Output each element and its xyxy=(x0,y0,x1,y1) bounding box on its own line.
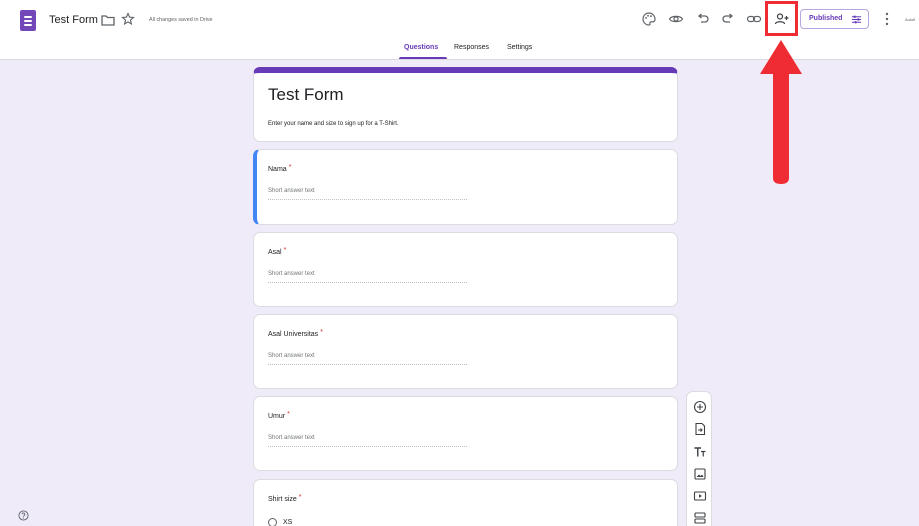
publish-settings-icon xyxy=(851,15,862,24)
palette-icon[interactable] xyxy=(641,11,657,27)
question-card-nama[interactable]: Nama * Short answer text xyxy=(253,149,678,225)
form-title[interactable]: Test Form xyxy=(268,85,344,105)
add-question-icon[interactable] xyxy=(693,400,707,414)
short-answer-field: Short answer text xyxy=(268,188,467,200)
import-questions-icon[interactable] xyxy=(693,422,707,436)
more-options-icon[interactable] xyxy=(885,12,889,26)
required-asterisk: * xyxy=(288,164,292,171)
required-asterisk: * xyxy=(320,329,323,336)
tab-settings[interactable]: Settings xyxy=(507,44,532,51)
radio-button[interactable] xyxy=(268,518,277,526)
question-label[interactable]: Asal * xyxy=(268,247,287,256)
save-status: All changes saved in Drive xyxy=(149,17,213,23)
add-title-icon[interactable] xyxy=(693,445,707,459)
link-icon[interactable] xyxy=(746,11,762,27)
required-asterisk: * xyxy=(298,494,302,501)
published-button[interactable]: Published xyxy=(800,9,869,29)
tab-questions[interactable]: Questions xyxy=(404,44,438,51)
preview-eye-icon[interactable] xyxy=(668,11,684,27)
active-tab-indicator xyxy=(399,57,447,59)
short-answer-field: Short answer text xyxy=(268,271,467,283)
radio-option-label: XS xyxy=(283,519,293,526)
published-label: Published xyxy=(809,15,843,22)
short-answer-field: Short answer text xyxy=(268,435,467,447)
folder-icon[interactable] xyxy=(101,14,115,26)
tab-responses[interactable]: Responses xyxy=(454,44,489,51)
account-avatar[interactable]: Autofi xyxy=(905,17,915,22)
undo-icon[interactable] xyxy=(695,11,711,27)
question-card-umur[interactable]: Umur * Short answer text xyxy=(253,396,678,471)
required-asterisk: * xyxy=(283,247,287,254)
short-answer-field: Short answer text xyxy=(268,353,467,365)
required-asterisk: * xyxy=(287,411,290,418)
annotation-arrow-icon xyxy=(760,40,802,184)
add-image-icon[interactable] xyxy=(693,467,707,481)
question-card-asal[interactable]: Asal * Short answer text xyxy=(253,232,678,307)
add-section-icon[interactable] xyxy=(693,511,707,525)
redo-icon[interactable] xyxy=(720,11,736,27)
form-header-card[interactable]: Test Form Enter your name and size to si… xyxy=(253,67,678,142)
add-video-icon[interactable] xyxy=(693,489,707,503)
question-card-shirt-size[interactable]: Shirt size * XS xyxy=(253,479,678,526)
forms-logo-icon[interactable] xyxy=(20,10,36,31)
question-toolbar xyxy=(686,391,712,526)
question-label[interactable]: Nama * xyxy=(268,164,292,173)
question-card-asal-universitas[interactable]: Asal Universitas * Short answer text xyxy=(253,314,678,389)
help-icon[interactable] xyxy=(18,510,29,521)
form-description[interactable]: Enter your name and size to sign up for … xyxy=(268,121,399,127)
star-icon[interactable] xyxy=(121,12,135,26)
annotation-highlight-box xyxy=(765,1,798,36)
document-title[interactable]: Test Form xyxy=(49,14,98,26)
question-label[interactable]: Shirt size * xyxy=(268,494,302,503)
question-label[interactable]: Umur * xyxy=(268,411,290,420)
question-label[interactable]: Asal Universitas * xyxy=(268,329,323,338)
